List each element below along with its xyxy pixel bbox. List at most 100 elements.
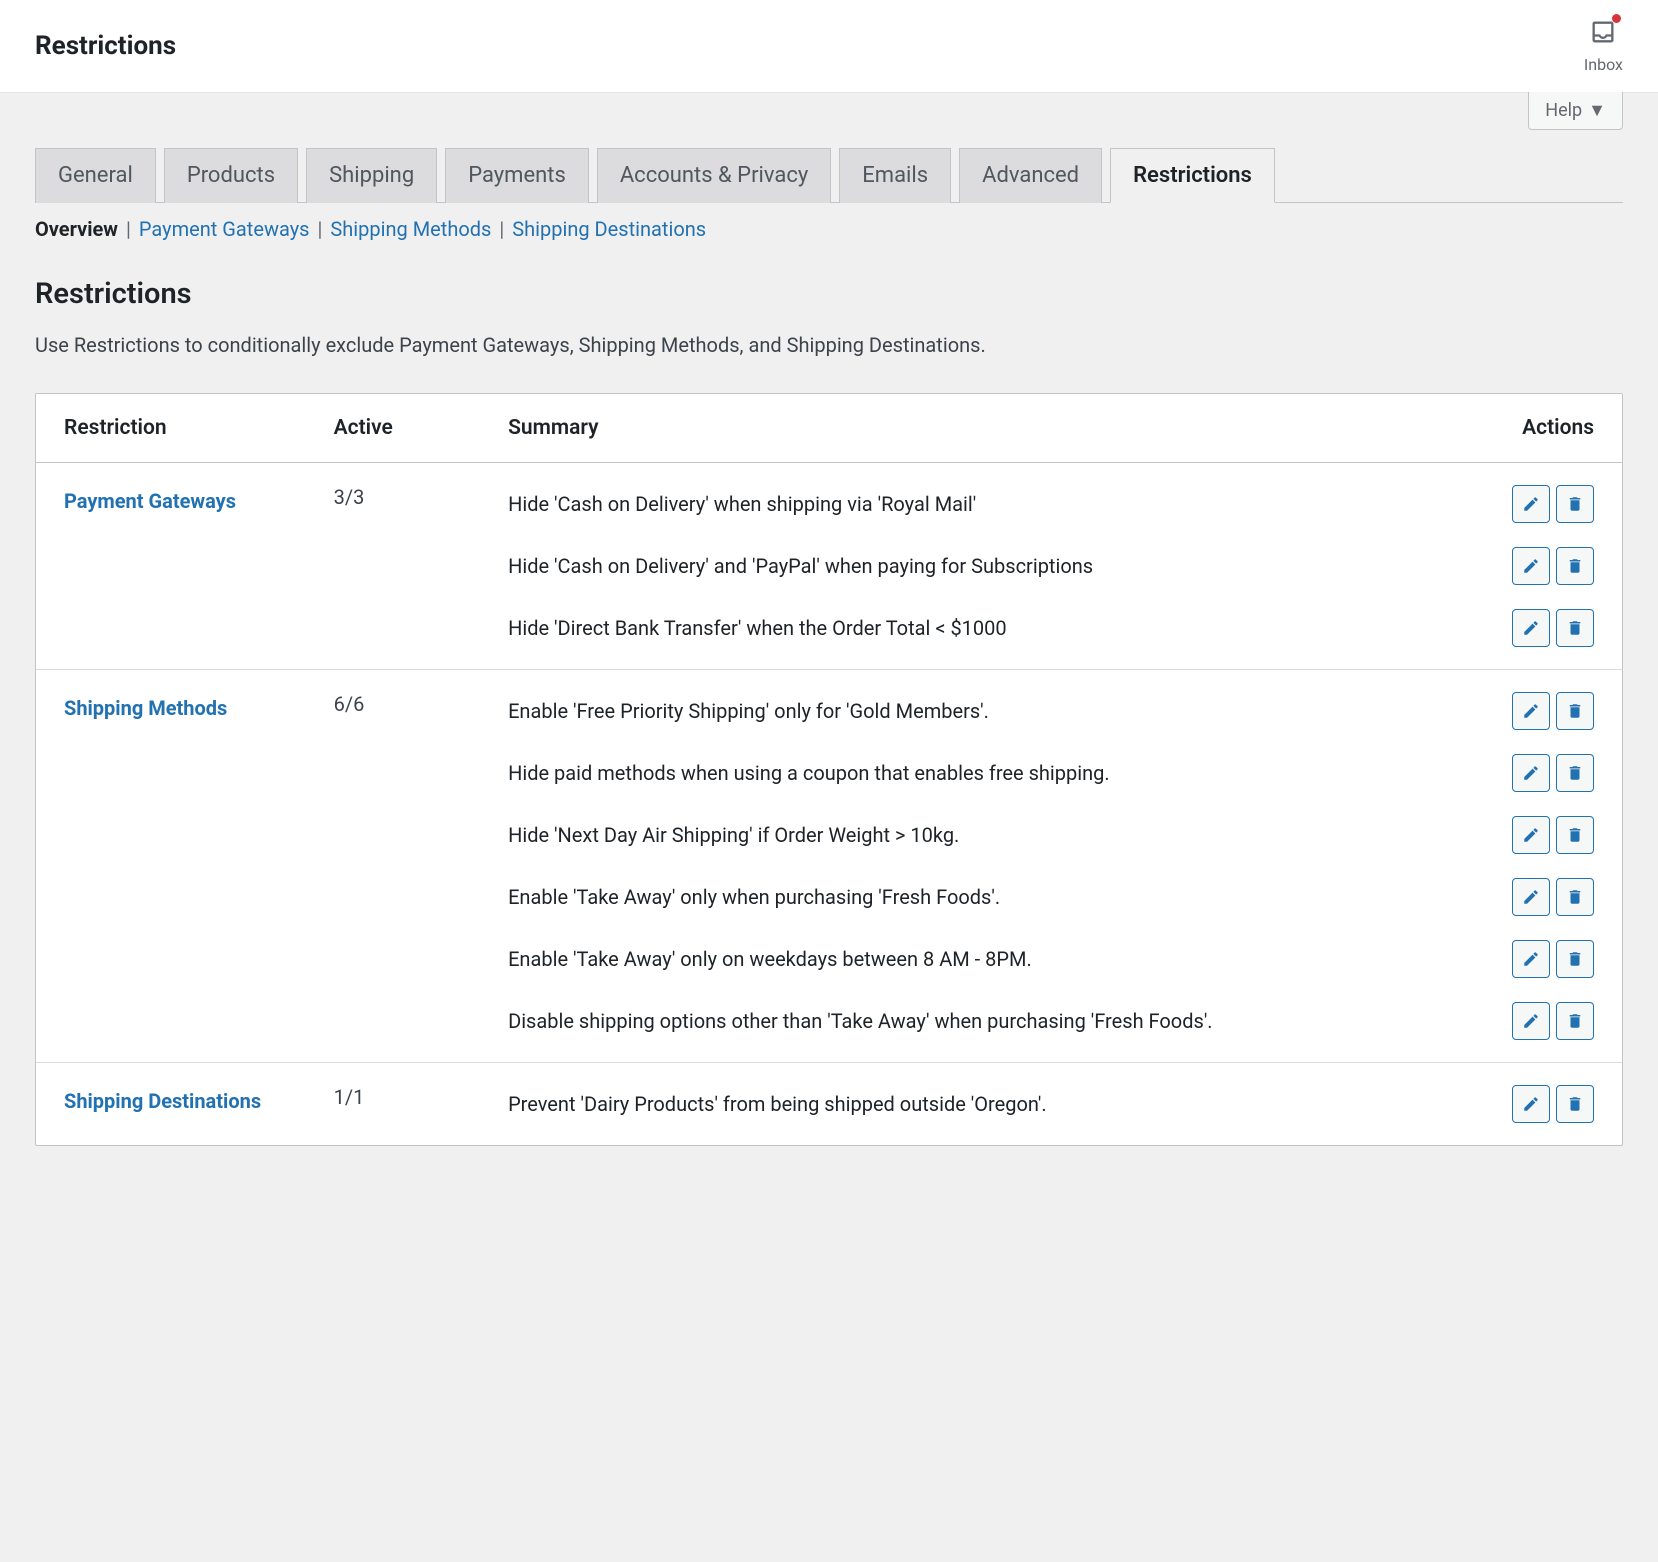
nav-tab-emails[interactable]: Emails — [839, 148, 951, 203]
summary-text: Prevent 'Dairy Products' from being ship… — [508, 1089, 1492, 1119]
row-actions — [1512, 1002, 1594, 1040]
delete-button[interactable] — [1556, 754, 1594, 792]
table-row: Payment Gateways 3/3 Hide 'Cash on Deliver… — [36, 463, 1622, 670]
sub-nav-overview[interactable]: Overview — [35, 217, 118, 241]
summary-cell: Hide 'Cash on Delivery' when shipping vi… — [480, 463, 1622, 670]
delete-button[interactable] — [1556, 816, 1594, 854]
delete-button[interactable] — [1556, 609, 1594, 647]
summary-row: Enable 'Take Away' only when purchasing … — [508, 866, 1594, 928]
th-restriction: Restriction — [36, 394, 306, 463]
pencil-icon — [1522, 495, 1540, 513]
restriction-link-shipping-methods[interactable]: Shipping Methods — [64, 692, 278, 724]
pencil-icon — [1522, 764, 1540, 782]
delete-button[interactable] — [1556, 485, 1594, 523]
summary-row: Hide 'Direct Bank Transfer' when the Ord… — [508, 597, 1594, 659]
trash-icon — [1566, 950, 1584, 968]
inbox-icon — [1589, 18, 1617, 51]
th-active: Active — [306, 394, 480, 463]
edit-button[interactable] — [1512, 485, 1550, 523]
nav-tab-payments[interactable]: Payments — [445, 148, 589, 203]
summary-text: Enable 'Take Away' only when purchasing … — [508, 882, 1492, 912]
pencil-icon — [1522, 619, 1540, 637]
nav-tab-advanced[interactable]: Advanced — [959, 148, 1102, 203]
summary-row: Disable shipping options other than 'Tak… — [508, 990, 1594, 1052]
active-count: 6/6 — [306, 670, 480, 1063]
table-row: Shipping Destinations1/1Prevent 'Dairy P… — [36, 1063, 1622, 1146]
row-actions — [1512, 754, 1594, 792]
trash-icon — [1566, 702, 1584, 720]
edit-button[interactable] — [1512, 692, 1550, 730]
trash-icon — [1566, 1012, 1584, 1030]
separator: | — [499, 217, 504, 241]
row-actions — [1512, 547, 1594, 585]
trash-icon — [1566, 495, 1584, 513]
trash-icon — [1566, 557, 1584, 575]
trash-icon — [1566, 619, 1584, 637]
summary-row: Enable 'Take Away' only on weekdays betw… — [508, 928, 1594, 990]
summary-text: Enable 'Take Away' only on weekdays betw… — [508, 944, 1492, 974]
summary-row: Hide 'Cash on Delivery' and 'PayPal' whe… — [508, 535, 1594, 597]
inbox-button[interactable]: Inbox — [1584, 18, 1623, 74]
pencil-icon — [1522, 1012, 1540, 1030]
summary-text: Hide 'Direct Bank Transfer' when the Ord… — [508, 613, 1492, 643]
inbox-label: Inbox — [1584, 55, 1623, 74]
summary-row: Hide paid methods when using a coupon th… — [508, 742, 1594, 804]
summary-text: Hide paid methods when using a coupon th… — [508, 758, 1492, 788]
pencil-icon — [1522, 1095, 1540, 1113]
pencil-icon — [1522, 702, 1540, 720]
sub-nav-payment-gateways[interactable]: Payment Gateways — [139, 217, 310, 241]
delete-button[interactable] — [1556, 878, 1594, 916]
delete-button[interactable] — [1556, 1085, 1594, 1123]
active-count: 3/3 — [306, 463, 480, 670]
summary-row: Hide 'Next Day Air Shipping' if Order We… — [508, 804, 1594, 866]
restriction-link-payment-gateways[interactable]: Payment Gateways — [64, 485, 278, 517]
sub-nav: Overview | Payment Gateways | Shipping M… — [35, 217, 1623, 241]
pencil-icon — [1522, 950, 1540, 968]
restrictions-table: Restriction Active Summary Actions Payme… — [36, 394, 1622, 1145]
nav-tab-accounts-privacy[interactable]: Accounts & Privacy — [597, 148, 831, 203]
row-actions — [1512, 1085, 1594, 1123]
nav-tabs: GeneralProductsShippingPaymentsAccounts … — [35, 148, 1623, 203]
sub-nav-shipping-destinations[interactable]: Shipping Destinations — [512, 217, 706, 241]
nav-tab-products[interactable]: Products — [164, 148, 298, 203]
restriction-link-shipping-destinations[interactable]: Shipping Destinations — [64, 1085, 278, 1117]
section-description: Use Restrictions to conditionally exclud… — [35, 333, 1623, 357]
help-tab[interactable]: Help ▼ — [1528, 92, 1623, 130]
page-title: Restrictions — [35, 31, 176, 61]
summary-text: Hide 'Next Day Air Shipping' if Order We… — [508, 820, 1492, 850]
delete-button[interactable] — [1556, 547, 1594, 585]
nav-tab-shipping[interactable]: Shipping — [306, 148, 437, 203]
edit-button[interactable] — [1512, 878, 1550, 916]
trash-icon — [1566, 826, 1584, 844]
nav-tab-general[interactable]: General — [35, 148, 156, 203]
summary-cell: Enable 'Free Priority Shipping' only for… — [480, 670, 1622, 1063]
pencil-icon — [1522, 826, 1540, 844]
edit-button[interactable] — [1512, 547, 1550, 585]
summary-text: Disable shipping options other than 'Tak… — [508, 1006, 1492, 1036]
summary-text: Hide 'Cash on Delivery' and 'PayPal' whe… — [508, 551, 1492, 581]
sub-nav-shipping-methods[interactable]: Shipping Methods — [330, 217, 491, 241]
nav-tab-restrictions[interactable]: Restrictions — [1110, 148, 1275, 203]
summary-text: Hide 'Cash on Delivery' when shipping vi… — [508, 489, 1492, 519]
row-actions — [1512, 692, 1594, 730]
edit-button[interactable] — [1512, 609, 1550, 647]
summary-cell: Prevent 'Dairy Products' from being ship… — [480, 1063, 1622, 1146]
summary-text: Enable 'Free Priority Shipping' only for… — [508, 696, 1492, 726]
delete-button[interactable] — [1556, 692, 1594, 730]
edit-button[interactable] — [1512, 816, 1550, 854]
delete-button[interactable] — [1556, 940, 1594, 978]
separator: | — [318, 217, 323, 241]
table-row: Shipping Methods 6/6 Enable 'Free Priority… — [36, 670, 1622, 1063]
pencil-icon — [1522, 557, 1540, 575]
edit-button[interactable] — [1512, 940, 1550, 978]
trash-icon — [1566, 888, 1584, 906]
edit-button[interactable] — [1512, 1002, 1550, 1040]
delete-button[interactable] — [1556, 1002, 1594, 1040]
edit-button[interactable] — [1512, 1085, 1550, 1123]
help-label: Help — [1545, 100, 1582, 121]
edit-button[interactable] — [1512, 754, 1550, 792]
row-actions — [1512, 485, 1594, 523]
trash-icon — [1566, 764, 1584, 782]
row-actions — [1512, 878, 1594, 916]
row-actions — [1512, 816, 1594, 854]
